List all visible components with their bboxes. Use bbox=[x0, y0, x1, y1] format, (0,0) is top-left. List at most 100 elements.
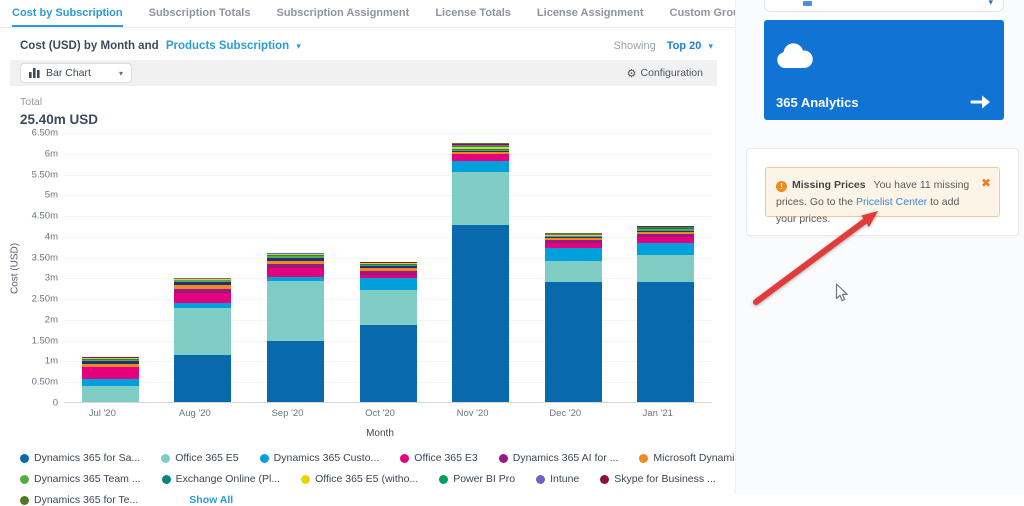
legend-swatch-icon bbox=[639, 454, 648, 463]
legend-item[interactable]: Skype for Business ... bbox=[600, 473, 716, 485]
x-tick-label: Jan '21 bbox=[611, 408, 704, 419]
truncated-content-fragment bbox=[803, 1, 812, 6]
chart-toolbar: Bar Chart ▾ ⚙ Configuration bbox=[10, 60, 717, 86]
legend-item[interactable]: Dynamics 365 Team ... bbox=[20, 473, 141, 485]
tab-license-totals[interactable]: License Totals bbox=[435, 0, 511, 27]
stacked-bar-oct-20[interactable] bbox=[360, 262, 417, 402]
bar-segment[interactable] bbox=[452, 172, 509, 225]
bar-segment[interactable] bbox=[174, 355, 231, 402]
legend-swatch-icon bbox=[600, 475, 609, 484]
legend-label: Dynamics 365 for Te... bbox=[34, 494, 138, 506]
legend-item[interactable]: Office 365 E5 (witho... bbox=[301, 473, 418, 485]
y-axis-ticks: 6.50m6m5.50m5m4.50m4m3.50m3m2.50m2m1.50m… bbox=[22, 133, 64, 403]
bar-segment[interactable] bbox=[452, 161, 509, 173]
x-tick-label: Jul '20 bbox=[56, 408, 149, 419]
bars-container bbox=[64, 133, 712, 402]
legend-item[interactable]: Dynamics 365 for Sa... bbox=[20, 452, 140, 464]
tab-license-assignment[interactable]: License Assignment bbox=[537, 0, 644, 27]
chevron-down-icon: ▾ bbox=[119, 69, 123, 78]
stacked-bar-dec-20[interactable] bbox=[545, 233, 602, 402]
pricelist-center-link[interactable]: Pricelist Center bbox=[856, 196, 927, 208]
y-tick-label: 1m bbox=[45, 356, 58, 367]
x-tick-label: Oct '20 bbox=[334, 408, 427, 419]
bar-segment[interactable] bbox=[360, 325, 417, 402]
chevron-down-icon[interactable]: ▾ bbox=[296, 41, 301, 51]
bar-slot bbox=[64, 133, 157, 402]
legend-item[interactable]: Dynamics 365 AI for ... bbox=[499, 452, 619, 464]
arrow-right-icon[interactable] bbox=[970, 94, 992, 110]
analytics-card[interactable]: 365 Analytics bbox=[764, 20, 1004, 120]
legend-row: Dynamics 365 for Te... Show All bbox=[20, 494, 1024, 506]
bar-segment[interactable] bbox=[360, 278, 417, 290]
legend-item[interactable]: Office 365 E3 bbox=[400, 452, 477, 464]
tab-subscription-totals[interactable]: Subscription Totals bbox=[149, 0, 251, 27]
top-n-selector[interactable]: Top 20 bbox=[667, 40, 702, 52]
bar-segment[interactable] bbox=[174, 308, 231, 355]
bar-slot bbox=[527, 133, 620, 402]
collapsed-card-partial[interactable]: ▾ bbox=[764, 0, 1004, 12]
bar-segment[interactable] bbox=[82, 379, 139, 386]
warning-icon: ! bbox=[776, 181, 787, 192]
alert-title: Missing Prices bbox=[792, 179, 866, 191]
bar-segment[interactable] bbox=[267, 281, 324, 341]
legend-item[interactable]: Intune bbox=[536, 473, 579, 485]
bar-segment[interactable] bbox=[267, 341, 324, 402]
chart-type-select[interactable]: Bar Chart ▾ bbox=[20, 63, 132, 83]
bar-segment[interactable] bbox=[82, 367, 139, 379]
y-tick-label: 0.50m bbox=[32, 377, 58, 388]
legend-label: Office 365 E3 bbox=[414, 452, 477, 464]
y-tick-label: 2.50m bbox=[32, 294, 58, 305]
bar-segment[interactable] bbox=[267, 268, 324, 276]
stacked-bar-nov-20[interactable] bbox=[452, 143, 509, 402]
legend-item[interactable]: Power BI Pro bbox=[439, 473, 515, 485]
mouse-cursor bbox=[835, 283, 851, 303]
bar-segment[interactable] bbox=[452, 154, 509, 161]
dimension-selector[interactable]: Products Subscription bbox=[166, 40, 289, 52]
x-tick-label: Dec '20 bbox=[519, 408, 612, 419]
chart-title-prefix: Cost (USD) by Month and bbox=[20, 40, 159, 52]
plot-area bbox=[64, 133, 712, 403]
tab-bar: Cost by Subscription Subscription Totals S… bbox=[0, 0, 735, 28]
legend-item[interactable]: Office 365 E5 bbox=[161, 452, 238, 464]
bar-segment[interactable] bbox=[637, 282, 694, 402]
chart-title: Cost (USD) by Month and Products Subscri… bbox=[20, 40, 301, 52]
legend-swatch-icon bbox=[536, 475, 545, 484]
y-tick-label: 5m bbox=[45, 190, 58, 201]
bar-slot bbox=[342, 133, 435, 402]
bar-segment[interactable] bbox=[452, 225, 509, 402]
bar-segment[interactable] bbox=[174, 293, 231, 303]
configuration-button[interactable]: ⚙ Configuration bbox=[627, 67, 703, 80]
bar-segment[interactable] bbox=[82, 386, 139, 402]
chevron-down-icon: ▾ bbox=[988, 0, 993, 8]
bar-segment[interactable] bbox=[545, 282, 602, 402]
tab-subscription-assignment[interactable]: Subscription Assignment bbox=[276, 0, 409, 27]
bar-slot bbox=[157, 133, 250, 402]
stacked-bar-sep-20[interactable] bbox=[267, 253, 324, 402]
legend-swatch-icon bbox=[162, 475, 171, 484]
y-tick-label: 6.50m bbox=[32, 128, 58, 139]
legend-item[interactable]: Dynamics 365 Custo... bbox=[260, 452, 380, 464]
y-tick-label: 4.50m bbox=[32, 211, 58, 222]
y-tick-label: 5.50m bbox=[32, 169, 58, 180]
legend-swatch-icon bbox=[260, 454, 269, 463]
stacked-bar-jan-21[interactable] bbox=[637, 226, 694, 402]
close-icon[interactable]: ✖ bbox=[981, 174, 991, 193]
chevron-down-icon[interactable]: ▾ bbox=[708, 41, 713, 51]
bar-slot bbox=[434, 133, 527, 402]
stacked-bar-aug-20[interactable] bbox=[174, 278, 231, 403]
bar-segment[interactable] bbox=[545, 248, 602, 260]
x-tick-label: Sep '20 bbox=[241, 408, 334, 419]
tab-cost-by-subscription[interactable]: Cost by Subscription bbox=[12, 0, 123, 27]
bar-segment[interactable] bbox=[545, 261, 602, 282]
bar-segment[interactable] bbox=[637, 255, 694, 282]
bar-segment[interactable] bbox=[637, 243, 694, 255]
chart-header: Cost (USD) by Month and Products Subscri… bbox=[0, 28, 717, 60]
legend-swatch-icon bbox=[439, 475, 448, 484]
bar-segment[interactable] bbox=[360, 290, 417, 324]
stacked-bar-jul-20[interactable] bbox=[82, 357, 139, 402]
legend-item[interactable]: Exchange Online (Pl... bbox=[162, 473, 280, 485]
right-sidebar: ▾ 365 Analytics !Missing PricesYou have … bbox=[735, 0, 1024, 494]
x-tick-label: Nov '20 bbox=[426, 408, 519, 419]
show-all-link[interactable]: Show All bbox=[189, 494, 233, 506]
legend-item[interactable]: Dynamics 365 for Te... bbox=[20, 494, 138, 506]
